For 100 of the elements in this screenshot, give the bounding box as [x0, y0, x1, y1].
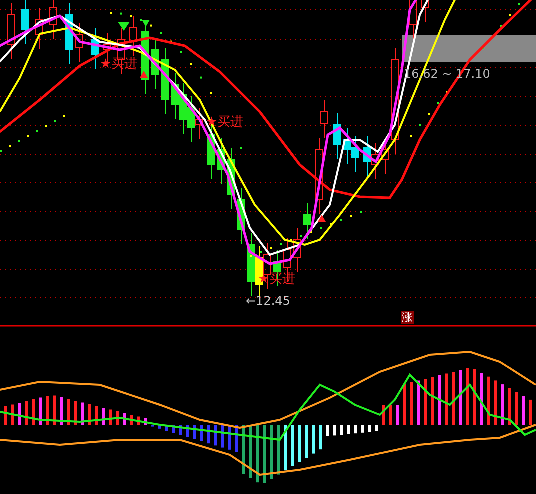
histogram-bar	[53, 396, 56, 425]
histogram-bar	[410, 382, 413, 425]
histogram-bar	[459, 370, 462, 425]
histogram-bar	[130, 415, 133, 425]
histogram-bar	[368, 425, 371, 432]
histogram-bar	[424, 379, 427, 425]
histogram-bar	[417, 380, 420, 425]
histogram-bar	[515, 392, 518, 425]
histogram-bar	[172, 425, 175, 434]
histogram-bar	[347, 425, 350, 434]
histogram-bar	[403, 384, 406, 425]
histogram-bar	[522, 396, 525, 425]
histogram-bar	[123, 413, 126, 425]
histogram-bar	[375, 425, 378, 432]
histogram-bar	[60, 398, 63, 425]
histogram-bar	[354, 425, 357, 434]
histogram-bar	[277, 425, 280, 475]
histogram-bar	[312, 425, 315, 454]
candlestick	[334, 112, 342, 160]
histogram-bar	[186, 425, 189, 438]
histogram-bar	[487, 376, 490, 425]
histogram-bar	[501, 384, 504, 425]
histogram-bar	[319, 425, 322, 450]
histogram-bar	[249, 425, 252, 478]
candlestick	[238, 188, 246, 244]
histogram-bar	[116, 412, 119, 425]
histogram-bar	[396, 405, 399, 425]
histogram-bar	[95, 406, 98, 425]
histogram-bar	[25, 401, 28, 425]
histogram-bar	[508, 388, 511, 425]
histogram-bar	[221, 425, 224, 448]
candlestick	[50, 0, 58, 40]
histogram-bar	[270, 425, 273, 479]
histogram-bar	[284, 425, 287, 471]
histogram-bar	[235, 425, 238, 452]
histogram-bar	[494, 380, 497, 425]
triangle-marker-icon	[318, 215, 326, 222]
histogram-bar	[431, 377, 434, 425]
histogram-bar	[361, 425, 364, 433]
histogram-bar	[382, 405, 385, 425]
histogram-bar	[466, 368, 469, 425]
histogram-bar	[179, 425, 182, 436]
histogram-bar	[445, 374, 448, 425]
histogram-bar	[4, 406, 7, 425]
candlestick	[76, 22, 84, 62]
candlestick	[8, 2, 16, 60]
histogram-bar	[207, 425, 210, 444]
histogram-bar	[340, 425, 343, 435]
histogram-bar	[46, 396, 49, 425]
histogram-bar	[144, 418, 147, 425]
histogram-bar	[74, 401, 77, 425]
candlestick	[410, 0, 418, 40]
histogram-bar	[81, 402, 84, 425]
triangle-marker-icon	[118, 22, 130, 31]
histogram-bar	[32, 400, 35, 425]
histogram-bar	[102, 408, 105, 425]
candlestick	[66, 2, 74, 64]
histogram-bar	[158, 425, 161, 429]
histogram-bar	[242, 425, 245, 474]
histogram-bar	[88, 404, 91, 425]
histogram-bar	[18, 403, 21, 425]
rise-badge: 涨	[401, 311, 414, 324]
histogram-bar	[256, 425, 259, 483]
candlestick	[130, 16, 138, 56]
histogram-bar	[438, 376, 441, 425]
candlestick	[294, 228, 302, 272]
histogram-bar	[452, 372, 455, 425]
histogram-bar	[298, 425, 301, 462]
histogram-bar	[529, 400, 532, 425]
histogram-bar	[67, 399, 70, 425]
histogram-bar	[39, 398, 42, 425]
candlestick	[22, 0, 30, 44]
candlestick	[304, 202, 312, 240]
candlestick	[382, 138, 390, 174]
triangle-marker-icon	[140, 71, 148, 78]
triangle-marker-icon	[142, 20, 150, 27]
histogram-bar	[165, 425, 168, 431]
candlestick	[162, 48, 170, 114]
histogram-bar	[137, 416, 140, 425]
histogram-bar	[480, 373, 483, 425]
candlestick	[36, 8, 44, 50]
histogram-bar	[305, 425, 308, 458]
histogram-bar	[109, 410, 112, 425]
histogram-bar	[263, 425, 266, 484]
histogram-bar	[473, 369, 476, 425]
histogram-bar	[11, 404, 14, 425]
candlestick	[218, 138, 226, 184]
histogram-bar	[228, 425, 231, 450]
histogram-bar	[200, 425, 203, 442]
histogram-bar	[214, 425, 217, 446]
candlestick	[422, 0, 430, 22]
histogram-bar	[333, 425, 336, 436]
histogram-bar	[389, 405, 392, 425]
candlestick	[152, 38, 160, 90]
candlestick	[92, 28, 100, 70]
histogram-bar	[326, 425, 329, 436]
low-price-label: ←12.45	[246, 294, 290, 308]
candlestick	[228, 148, 236, 210]
histogram-bar	[291, 425, 294, 466]
histogram-bar	[193, 425, 196, 440]
